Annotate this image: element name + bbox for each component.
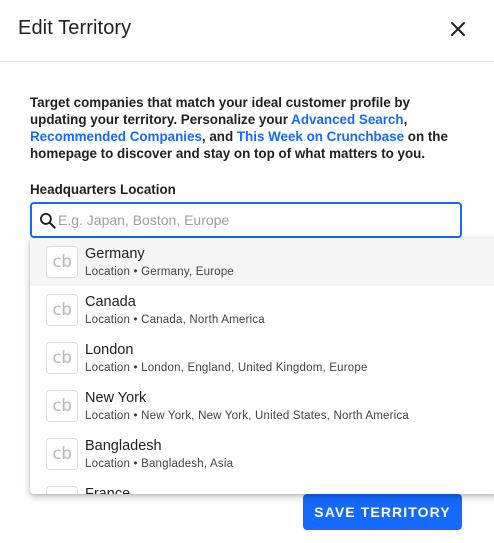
suggestion-detail: Location • New York, New York, United St… <box>85 410 409 422</box>
location-suggestions-dropdown: cb Germany Location • Germany, Europe cb… <box>30 238 494 494</box>
close-button[interactable] <box>446 17 470 41</box>
suggestion-name: Bangladesh <box>85 438 162 454</box>
close-icon <box>451 22 465 36</box>
crunchbase-logo-icon: cb <box>46 390 78 422</box>
headquarters-location-label: Headquarters Location <box>30 182 176 197</box>
search-icon <box>40 213 56 229</box>
headquarters-location-field[interactable] <box>30 202 462 238</box>
save-territory-button[interactable]: SAVE TERRITORY <box>303 494 462 530</box>
crunchbase-logo-icon: cb <box>46 438 78 470</box>
crunchbase-logo-icon: cb <box>46 486 78 494</box>
suggestion-name: Canada <box>85 294 136 310</box>
suggestion-name: London <box>85 342 134 358</box>
suggestion-new-york[interactable]: cb New York Location • New York, New Yor… <box>30 382 494 430</box>
suggestion-detail: Location • Bangladesh, Asia <box>85 458 234 470</box>
suggestion-bangladesh[interactable]: cb Bangladesh Location • Bangladesh, Asi… <box>30 430 494 478</box>
intro-text-2: , <box>403 112 408 127</box>
crunchbase-logo-icon: cb <box>46 342 78 374</box>
suggestion-germany[interactable]: cb Germany Location • Germany, Europe <box>30 238 494 286</box>
intro-text: Target companies that match your ideal c… <box>30 94 470 162</box>
suggestion-detail: Location • London, England, United Kingd… <box>85 362 368 374</box>
suggestion-france[interactable]: cb France <box>30 478 494 494</box>
dialog-header: Edit Territory <box>0 0 494 62</box>
dialog-title: Edit Territory <box>18 17 132 39</box>
suggestion-detail: Location • Canada, North America <box>85 314 265 326</box>
intro-text-3: , and <box>201 129 237 144</box>
this-week-on-crunchbase-link[interactable]: This Week on Crunchbase <box>237 129 404 144</box>
suggestion-detail: Location • Germany, Europe <box>85 266 235 278</box>
suggestion-name: Germany <box>85 246 145 262</box>
crunchbase-logo-icon: cb <box>46 294 78 326</box>
suggestion-canada[interactable]: cb Canada Location • Canada, North Ameri… <box>30 286 494 334</box>
suggestion-london[interactable]: cb London Location • London, England, Un… <box>30 334 494 382</box>
advanced-search-link[interactable]: Advanced Search <box>291 112 403 127</box>
suggestion-name: New York <box>85 390 147 406</box>
recommended-companies-link[interactable]: Recommended Companies <box>30 129 202 144</box>
suggestion-name: France <box>85 486 131 494</box>
crunchbase-logo-icon: cb <box>46 246 78 278</box>
headquarters-location-input[interactable] <box>58 204 454 236</box>
